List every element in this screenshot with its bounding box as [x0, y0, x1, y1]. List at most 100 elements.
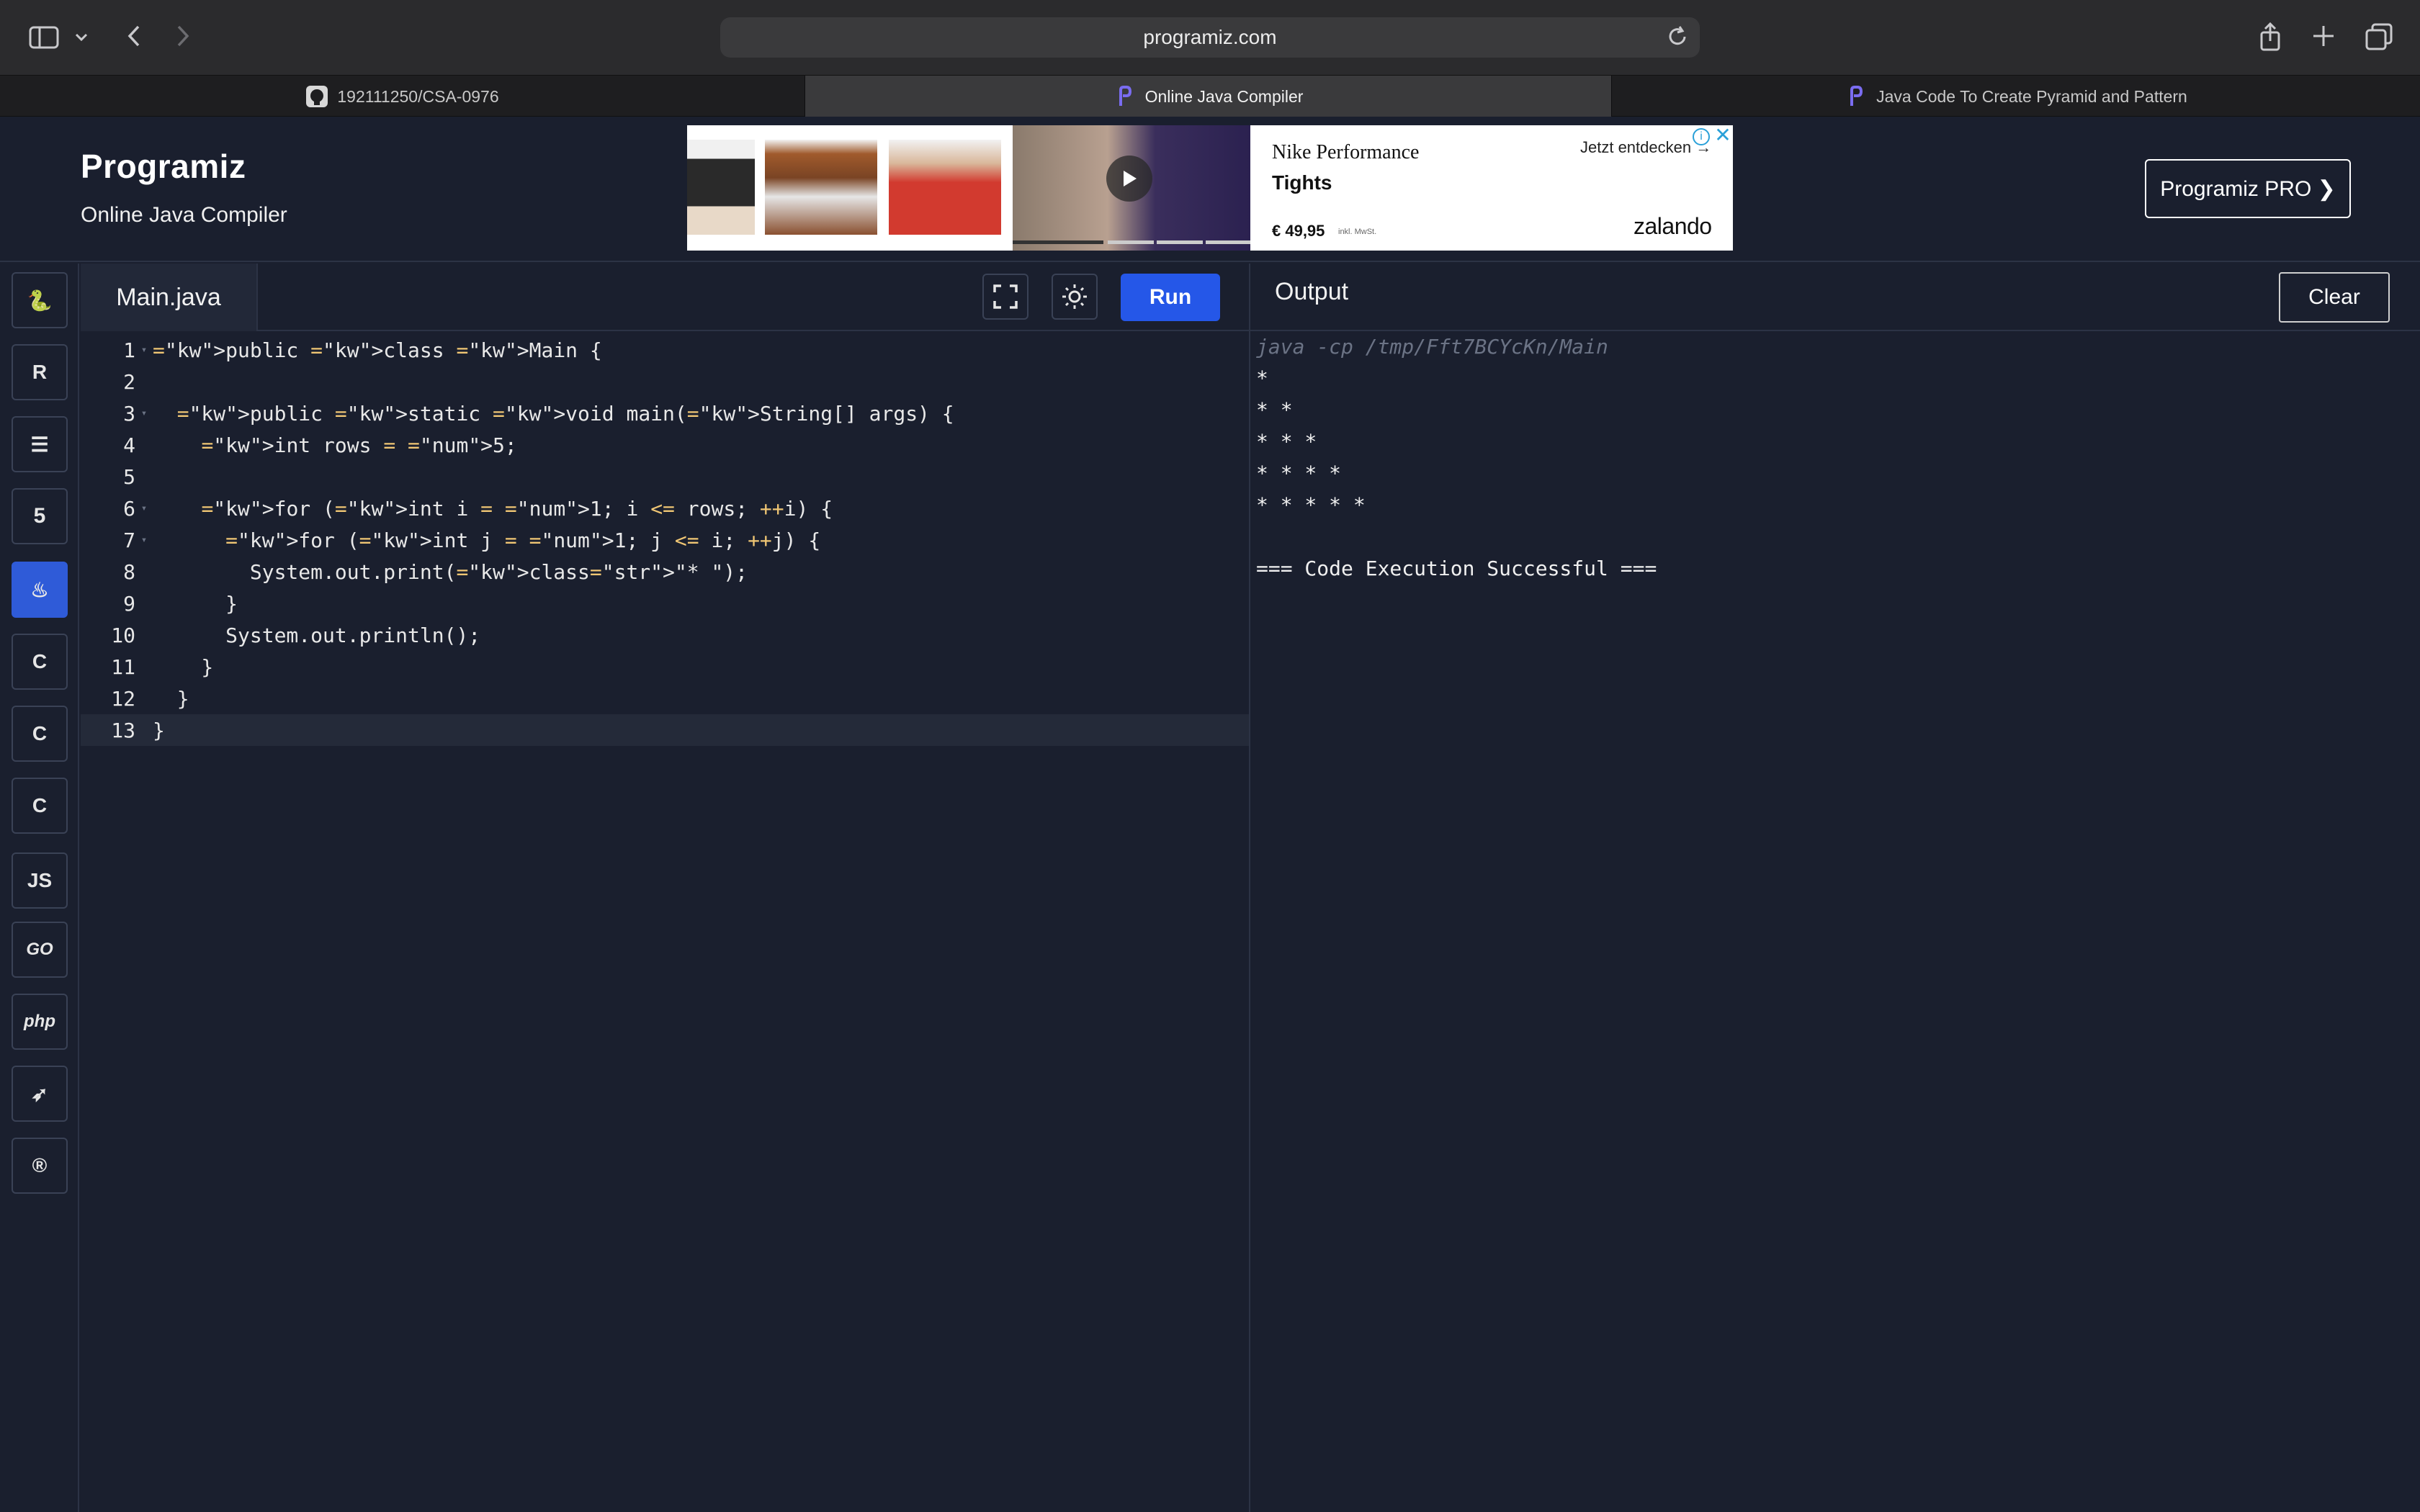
code-text: } [153, 686, 189, 711]
python-icon[interactable]: 🐍 [12, 272, 68, 328]
code-line[interactable]: 10 System.out.println(); [81, 619, 1249, 651]
code-text: } [153, 718, 165, 742]
page-subtitle: Online Java Compiler [81, 203, 287, 227]
ad-close-icon[interactable]: ✕ [1713, 125, 1733, 145]
fullscreen-icon[interactable] [982, 274, 1028, 320]
php-icon[interactable]: php [12, 994, 68, 1050]
play-icon[interactable] [1106, 156, 1152, 202]
csharp-icon[interactable]: C [12, 778, 68, 834]
programiz-icon [1845, 85, 1868, 108]
sidebar-toggle-icon[interactable] [27, 22, 60, 53]
r-icon[interactable]: R [12, 344, 68, 400]
run-button[interactable]: Run [1121, 274, 1220, 321]
line-number: 3 [123, 401, 135, 426]
ad-video-thumbnail[interactable] [1013, 125, 1250, 251]
fold-icon[interactable]: ▾ [135, 534, 153, 546]
code-line[interactable]: 8 System.out.print(="kw">class="str">"* … [81, 556, 1249, 588]
address-bar[interactable]: programiz.com [720, 17, 1700, 58]
ad-price: € 49,95 [1272, 222, 1325, 240]
fold-icon[interactable]: ▾ [135, 503, 153, 514]
tab-label: Online Java Compiler [1144, 86, 1304, 106]
code-line[interactable]: 4 ="kw">int rows = ="num">5; [81, 429, 1249, 461]
line-number: 12 [111, 686, 135, 711]
output-console[interactable]: java -cp /tmp/Fft7BCYcKn/Main * * * * * * *… [1256, 331, 2408, 585]
code-line[interactable]: 11 } [81, 651, 1249, 683]
code-line[interactable]: 7 ▾ ="kw">for (="kw">int j = ="num">1; j … [81, 524, 1249, 556]
file-tab-main-java[interactable]: Main.java [81, 264, 258, 331]
sql-icon[interactable]: ☰ [12, 416, 68, 472]
ad-title: Nike Performance [1272, 141, 1420, 163]
back-icon[interactable] [120, 20, 148, 52]
code-text: ="kw">int rows = ="num">5; [201, 433, 517, 457]
line-number: 4 [123, 433, 135, 457]
output-header [1250, 264, 2420, 331]
tab-online-java-compiler[interactable]: Online Java Compiler [805, 76, 1612, 117]
code-line[interactable]: 2 [81, 366, 1249, 397]
output-line: * * * [1256, 430, 1317, 454]
url-text: programiz.com [1143, 26, 1277, 48]
code-text: } [153, 591, 238, 616]
code-line[interactable]: 9 } [81, 588, 1249, 619]
forward-icon[interactable] [169, 20, 197, 52]
tab-github[interactable]: 192111250/CSA-0976 [0, 76, 805, 117]
line-number: 11 [111, 654, 135, 679]
tab-overview-icon[interactable] [2364, 22, 2394, 52]
ad-cta-link[interactable]: Jetzt entdecken → [1580, 138, 1711, 157]
ad-product-image [765, 140, 877, 235]
code-text: } [153, 654, 214, 679]
output-line: === Code Execution Successful === [1256, 557, 1657, 580]
code-line[interactable]: 1 ▾ ="kw">public ="kw">class ="kw">Main { [81, 334, 1249, 366]
output-title: Output [1275, 278, 1349, 305]
ad-info-icon[interactable]: i [1693, 128, 1710, 145]
code-line[interactable]: 3 ▾ ="kw">public ="kw">static ="kw">void … [81, 397, 1249, 429]
javascript-icon[interactable]: JS [12, 852, 68, 909]
rust-icon[interactable]: ® [12, 1138, 68, 1194]
line-number: 1 [123, 338, 135, 362]
line-number: 10 [111, 623, 135, 647]
reload-icon[interactable] [1665, 24, 1690, 54]
tab-java-pyramid[interactable]: Java Code To Create Pyramid and Pattern [1612, 76, 2420, 117]
c-icon[interactable]: C [12, 634, 68, 690]
code-line[interactable]: 12 } [81, 683, 1249, 714]
programiz-logo[interactable]: Programiz [81, 147, 246, 186]
line-number: 7 [123, 528, 135, 552]
advertisement-banner[interactable]: Nike Performance Tights € 49,95 inkl. Mw… [687, 125, 1733, 251]
theme-toggle-icon[interactable] [1052, 274, 1098, 320]
code-text: ="kw">public ="kw">class ="kw">Main { [153, 338, 602, 362]
swift-icon[interactable]: ➶ [12, 1066, 68, 1122]
code-editor[interactable]: 1 ▾ ="kw">public ="kw">class ="kw">Main {2… [81, 331, 1249, 1512]
clear-button[interactable]: Clear [2279, 272, 2390, 323]
github-icon [305, 85, 328, 108]
code-line[interactable]: 6 ▾ ="kw">for (="kw">int i = ="num">1; i … [81, 492, 1249, 524]
code-text: System.out.println(); [153, 623, 481, 647]
tab-label: 192111250/CSA-0976 [337, 86, 499, 106]
code-line[interactable]: 13} [81, 714, 1249, 746]
share-icon[interactable] [2256, 20, 2285, 53]
code-text: ="kw">for (="kw">int i = ="num">1; i <= … [201, 496, 833, 521]
chevron-down-icon[interactable] [71, 23, 92, 52]
fold-icon[interactable]: ▾ [135, 408, 153, 419]
code-line[interactable]: 5 [81, 461, 1249, 492]
output-command: java -cp /tmp/Fft7BCYcKn/Main [1256, 335, 1608, 359]
java-icon[interactable]: ♨ [12, 562, 68, 618]
go-icon[interactable]: GO [12, 922, 68, 978]
code-text: ="kw">for (="kw">int j = ="num">1; j <= … [225, 528, 821, 552]
output-line: * * * * * [1256, 493, 1366, 517]
html-icon[interactable]: 5 [12, 488, 68, 544]
output-line: * * [1256, 398, 1293, 422]
programiz-pro-button[interactable]: Programiz PRO ❯ [2145, 159, 2351, 218]
line-number: 2 [123, 369, 135, 394]
line-number: 9 [123, 591, 135, 616]
browser-toolbar: programiz.com [0, 0, 2420, 75]
fold-icon[interactable]: ▾ [135, 344, 153, 356]
ad-product-name: Tights [1272, 171, 1332, 194]
ad-price-note: inkl. MwSt. [1338, 228, 1377, 236]
tab-label: Java Code To Create Pyramid and Pattern [1876, 86, 2187, 106]
code-text: System.out.print(="kw">class="str">"* ")… [153, 559, 748, 584]
cpp-icon[interactable]: C [12, 706, 68, 762]
ad-product-image [889, 140, 1001, 235]
panel-divider[interactable] [1249, 264, 1250, 1512]
new-tab-icon[interactable] [2309, 22, 2338, 50]
ad-product-image [687, 140, 755, 235]
